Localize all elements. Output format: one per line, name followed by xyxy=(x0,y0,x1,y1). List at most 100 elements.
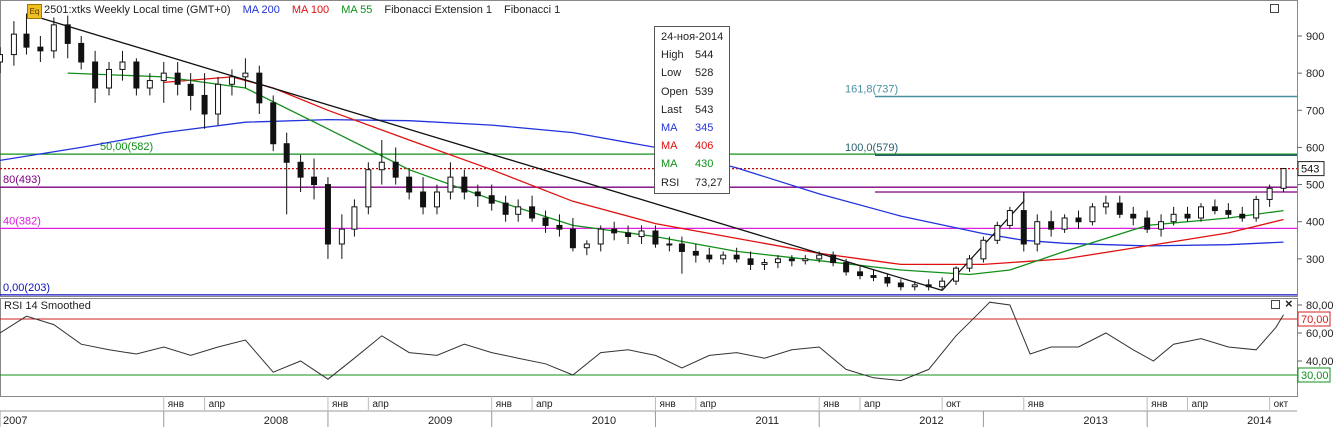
candle-body xyxy=(174,72,181,85)
rsi-panel-frame xyxy=(0,298,1298,397)
candle-body xyxy=(1089,206,1096,223)
candle-body xyxy=(1266,187,1273,200)
tooltip-key: MA xyxy=(661,140,678,153)
y-tick-label: 800 xyxy=(1306,68,1324,80)
legend-fibonacci[interactable]: Fibonacci 1 xyxy=(504,4,560,16)
tooltip-row: RSI 73,27 xyxy=(661,174,729,192)
candle-body xyxy=(447,176,454,193)
tooltip-value: 406 xyxy=(695,140,714,153)
candle-body xyxy=(10,33,17,56)
candle-body xyxy=(37,46,44,52)
logo-icon: Eq xyxy=(27,4,42,19)
candle-body xyxy=(311,176,318,186)
legend-ma100[interactable]: MA 100 xyxy=(292,4,329,16)
candle-body xyxy=(297,161,304,178)
candle-body xyxy=(201,94,208,115)
maximize-rsi-button[interactable] xyxy=(1271,300,1280,309)
year-label: 2012 xyxy=(919,415,943,427)
candle-body xyxy=(980,239,987,260)
candle-body xyxy=(365,169,372,208)
rsi-line xyxy=(0,301,1284,382)
candle-body xyxy=(461,176,468,193)
tooltip-value: 528 xyxy=(695,67,714,80)
month-label: апр xyxy=(209,399,226,410)
tooltip-key: Low xyxy=(661,67,682,80)
tooltip-row: Open 539 xyxy=(661,83,729,101)
fibonacci-label: 0,00(203) xyxy=(3,282,50,294)
candle-body xyxy=(1048,221,1055,230)
month-label: апр xyxy=(372,399,389,410)
candle-body xyxy=(556,224,563,230)
chart-header: 2501:xtks Weekly Local time (GMT+0) MA 2… xyxy=(44,3,560,17)
candle-body xyxy=(1211,206,1218,212)
candle-body xyxy=(187,83,194,96)
candle-body xyxy=(324,184,331,245)
candle-body xyxy=(0,54,3,63)
last-price-label: 543 xyxy=(1301,164,1319,176)
y-tick-label: 300 xyxy=(1306,254,1324,266)
candle-body xyxy=(1197,206,1204,219)
tooltip-value: 345 xyxy=(695,122,714,135)
tooltip-key: RSI xyxy=(661,176,680,189)
month-label: апр xyxy=(700,399,717,410)
candle-body xyxy=(583,243,590,249)
candle-body xyxy=(474,191,481,197)
month-label: окт xyxy=(946,399,961,410)
candle-body xyxy=(611,228,618,234)
legend-fib-extension[interactable]: Fibonacci Extension 1 xyxy=(384,4,492,16)
tooltip-key: Last xyxy=(661,103,682,116)
legend-ma200[interactable]: MA 200 xyxy=(243,4,280,16)
rsi-title[interactable]: RSI 14 Smoothed xyxy=(4,300,91,312)
candle-body xyxy=(338,228,345,245)
tooltip-value: 73,27 xyxy=(695,176,723,189)
tooltip-row: Last 543 xyxy=(661,101,729,119)
candle-body xyxy=(1075,217,1082,223)
month-label: апр xyxy=(864,399,881,410)
candle-body xyxy=(830,254,837,264)
candle-body xyxy=(843,262,850,273)
candle-body xyxy=(816,254,823,260)
maximize-main-button[interactable] xyxy=(1270,4,1279,13)
candle-body xyxy=(939,280,946,288)
y-tick-label: 900 xyxy=(1306,31,1324,43)
tooltip-row: High 544 xyxy=(661,46,729,64)
rsi-tick-label: 40,00 xyxy=(1306,356,1334,368)
year-label: 2011 xyxy=(755,415,779,427)
candle-body xyxy=(351,206,358,230)
candle-body xyxy=(133,61,140,89)
candle-body xyxy=(542,217,549,226)
candle-body xyxy=(529,206,536,219)
candle-body xyxy=(1280,168,1287,189)
candle-body xyxy=(515,206,522,215)
year-label: 2013 xyxy=(1083,415,1107,427)
candle-body xyxy=(652,230,659,245)
fibonacci-label: 80(493) xyxy=(3,174,41,186)
rsi-level-label: 30,00 xyxy=(1301,370,1329,382)
month-label: янв xyxy=(1151,399,1167,410)
candle-body xyxy=(1102,202,1109,208)
month-label: апр xyxy=(536,399,553,410)
candle-body xyxy=(666,243,673,246)
candle-body xyxy=(1061,217,1068,230)
tooltip-row: MA 406 xyxy=(661,137,729,155)
candle-body xyxy=(720,254,727,260)
tooltip-key: MA xyxy=(661,158,678,171)
legend-ma55[interactable]: MA 55 xyxy=(341,4,372,16)
candle-body xyxy=(502,202,509,215)
candle-body xyxy=(1144,217,1151,230)
candle-body xyxy=(242,72,249,78)
tooltip-key: MA xyxy=(661,122,678,135)
candle-body xyxy=(1116,202,1123,215)
candle-body xyxy=(283,143,290,163)
symbol-label[interactable]: 2501:xtks Weekly Local time (GMT+0) xyxy=(44,4,231,16)
tooltip-row: MA 345 xyxy=(661,119,729,137)
year-label: 2008 xyxy=(264,415,288,427)
candle-body xyxy=(1006,210,1013,226)
y-tick-label: 500 xyxy=(1306,180,1324,192)
year-label: 2010 xyxy=(592,415,616,427)
candle-body xyxy=(884,276,891,284)
tooltip-value: 430 xyxy=(695,158,714,171)
year-label: 2014 xyxy=(1247,415,1271,427)
close-rsi-icon[interactable]: × xyxy=(1285,296,1293,311)
trendline xyxy=(26,13,943,292)
